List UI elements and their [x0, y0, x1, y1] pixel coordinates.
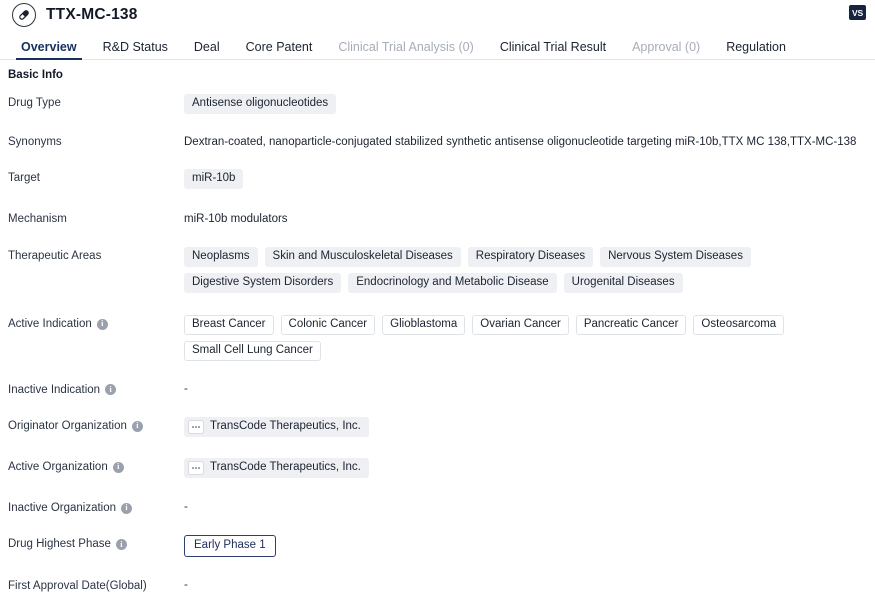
tab-core-patent[interactable]: Core Patent [233, 40, 326, 60]
value-therapeutic-areas: Neoplasms Skin and Musculoskeletal Disea… [184, 247, 867, 294]
value-active-organization: TransCode Therapeutics, Inc. [184, 458, 867, 479]
tab-deal[interactable]: Deal [181, 40, 233, 60]
label-drug-type: Drug Type [8, 94, 184, 110]
row-synonyms: Synonyms Dextran-coated, nanoparticle-co… [0, 133, 875, 150]
label-inactive-organization: Inactive Organization i [8, 499, 184, 515]
value-originator-organization: TransCode Therapeutics, Inc. [184, 417, 867, 438]
row-originator-organization: Originator Organization i TransCode Ther… [0, 417, 875, 438]
tab-bar: Overview R&D Status Deal Core Patent Cli… [0, 30, 875, 60]
value-mechanism: miR-10b modulators [184, 210, 867, 227]
label-text: Therapeutic Areas [8, 250, 102, 263]
chip-indication[interactable]: Pancreatic Cancer [575, 315, 687, 335]
chip-indication[interactable]: Ovarian Cancer [472, 315, 569, 335]
label-target: Target [8, 169, 184, 185]
chip-therapeutic-area[interactable]: Endocrinology and Metabolic Disease [348, 273, 557, 294]
label-text: Inactive Organization [8, 502, 117, 515]
row-therapeutic-areas: Therapeutic Areas Neoplasms Skin and Mus… [0, 247, 875, 294]
label-text: Synonyms [8, 135, 62, 148]
label-active-organization: Active Organization i [8, 458, 184, 474]
chip-target[interactable]: miR-10b [184, 168, 244, 189]
row-active-indication: Active Indication i Breast Cancer Coloni… [0, 315, 875, 361]
organization-logo-placeholder-icon [188, 420, 204, 435]
label-drug-highest-phase: Drug Highest Phase i [8, 535, 184, 551]
value-inactive-indication: - [184, 381, 867, 395]
tab-overview[interactable]: Overview [8, 40, 90, 60]
label-first-approval-date: First Approval Date(Global) [8, 577, 184, 593]
label-active-indication: Active Indication i [8, 315, 184, 331]
chip-indication[interactable]: Osteosarcoma [693, 315, 785, 335]
row-target: Target miR-10b [0, 168, 875, 189]
empty-value: - [184, 579, 188, 592]
value-drug-type: Antisense oligonucleotides [184, 94, 867, 114]
empty-value: - [184, 382, 188, 395]
value-active-indication: Breast Cancer Colonic Cancer Glioblastom… [184, 315, 867, 361]
info-icon[interactable]: i [112, 461, 124, 473]
organization-name: TransCode Therapeutics, Inc. [210, 420, 361, 433]
organization-name: TransCode Therapeutics, Inc. [210, 461, 361, 474]
chip-phase[interactable]: Early Phase 1 [184, 535, 276, 558]
value-first-approval-date: - [184, 577, 867, 591]
row-mechanism: Mechanism miR-10b modulators [0, 210, 875, 227]
section-title-basic-info: Basic Info [8, 69, 63, 81]
label-text: Inactive Indication [8, 383, 101, 396]
label-text: Active Organization [8, 461, 108, 474]
tab-approval[interactable]: Approval (0) [619, 40, 713, 60]
page-title: TTX-MC-138 [46, 6, 138, 23]
label-text: Active Indication [8, 318, 92, 331]
info-icon[interactable]: i [121, 502, 133, 514]
chip-therapeutic-area[interactable]: Neoplasms [184, 247, 258, 268]
label-text: Originator Organization [8, 420, 127, 433]
chip-organization[interactable]: TransCode Therapeutics, Inc. [184, 458, 369, 479]
row-active-organization: Active Organization i TransCode Therapeu… [0, 458, 875, 479]
organization-logo-placeholder-icon [188, 461, 204, 476]
chip-therapeutic-area[interactable]: Digestive System Disorders [184, 273, 342, 294]
chip-indication[interactable]: Breast Cancer [184, 315, 274, 335]
label-text: Target [8, 171, 40, 184]
vs-badge-icon[interactable]: VS [849, 5, 866, 20]
chip-organization[interactable]: TransCode Therapeutics, Inc. [184, 417, 369, 438]
tab-clinical-trial-result[interactable]: Clinical Trial Result [487, 40, 619, 60]
row-drug-type: Drug Type Antisense oligonucleotides [0, 94, 875, 114]
synonyms-text: Dextran-coated, nanoparticle-conjugated … [184, 135, 857, 148]
chip-therapeutic-area[interactable]: Respiratory Diseases [467, 247, 594, 268]
label-text: Drug Highest Phase [8, 538, 111, 551]
label-text: Drug Type [8, 97, 61, 109]
row-drug-highest-phase: Drug Highest Phase i Early Phase 1 [0, 535, 875, 558]
info-icon[interactable]: i [131, 420, 143, 432]
chip-indication[interactable]: Colonic Cancer [280, 315, 376, 335]
mechanism-text: miR-10b modulators [184, 212, 288, 225]
value-drug-highest-phase: Early Phase 1 [184, 535, 867, 558]
value-target: miR-10b [184, 168, 867, 189]
chip-indication[interactable]: Small Cell Lung Cancer [184, 340, 321, 361]
row-inactive-indication: Inactive Indication i - [0, 381, 875, 397]
row-first-approval-date: First Approval Date(Global) - [0, 577, 875, 593]
label-mechanism: Mechanism [8, 210, 184, 226]
capsule-pill-icon [12, 3, 36, 27]
info-icon[interactable]: i [96, 318, 108, 330]
row-inactive-organization: Inactive Organization i - [0, 499, 875, 515]
overview-content: Basic Info Drug Type Antisense oligonucl… [0, 60, 875, 594]
label-synonyms: Synonyms [8, 133, 184, 149]
tab-rd-status[interactable]: R&D Status [90, 40, 181, 60]
tab-regulation[interactable]: Regulation [713, 40, 799, 60]
chip-therapeutic-area[interactable]: Skin and Musculoskeletal Diseases [264, 247, 461, 268]
chip-therapeutic-area[interactable]: Urogenital Diseases [563, 273, 683, 294]
label-therapeutic-areas: Therapeutic Areas [8, 247, 184, 263]
chip-drug-type[interactable]: Antisense oligonucleotides [184, 94, 337, 114]
app-header: TTX-MC-138 VS [0, 0, 875, 30]
value-synonyms: Dextran-coated, nanoparticle-conjugated … [184, 133, 867, 150]
empty-value: - [184, 501, 188, 514]
chip-therapeutic-area[interactable]: Nervous System Diseases [600, 247, 751, 268]
tab-clinical-trial-analysis[interactable]: Clinical Trial Analysis (0) [325, 40, 486, 60]
label-text: Mechanism [8, 212, 67, 225]
value-inactive-organization: - [184, 499, 867, 513]
chip-indication[interactable]: Glioblastoma [382, 315, 466, 335]
info-icon[interactable]: i [115, 539, 127, 551]
info-icon[interactable]: i [105, 384, 117, 396]
label-text: First Approval Date(Global) [8, 580, 147, 593]
label-inactive-indication: Inactive Indication i [8, 381, 184, 397]
label-originator-organization: Originator Organization i [8, 417, 184, 433]
